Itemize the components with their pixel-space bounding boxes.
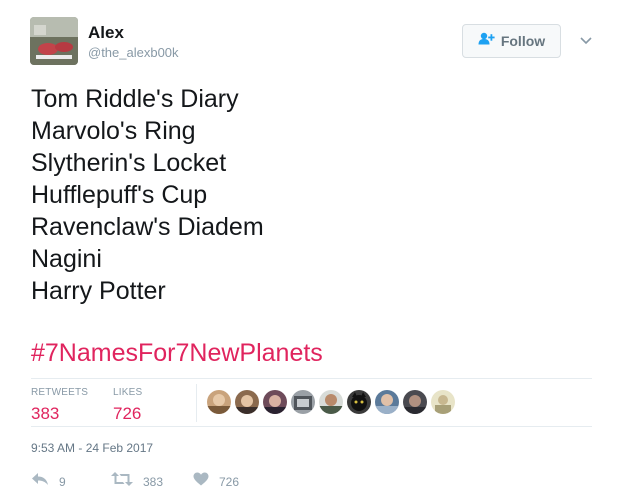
- chevron-down-icon[interactable]: [578, 32, 594, 48]
- liker-avatar[interactable]: [375, 390, 399, 414]
- user-name[interactable]: Alex: [88, 23, 124, 43]
- divider: [31, 426, 592, 427]
- stats-separator: [196, 384, 197, 422]
- user-avatar[interactable]: [30, 17, 78, 65]
- reply-button[interactable]: 9: [31, 472, 66, 491]
- tweet-actions: 9 383 726: [31, 472, 331, 492]
- tweet-line: Hufflepuff's Cup: [31, 181, 208, 209]
- liker-avatar[interactable]: [347, 390, 371, 414]
- liker-avatars: [207, 390, 455, 414]
- tweet-timestamp[interactable]: 9:53 AM - 24 Feb 2017: [31, 441, 153, 455]
- likes-value: 726: [113, 404, 142, 423]
- heart-icon: [193, 472, 209, 491]
- user-handle[interactable]: @the_alexb00k: [88, 45, 179, 60]
- retweet-count: 383: [143, 474, 164, 489]
- retweet-button[interactable]: 383: [111, 472, 163, 491]
- retweets-value: 383: [31, 404, 60, 423]
- liker-avatar[interactable]: [207, 390, 231, 414]
- reply-icon: [31, 472, 49, 491]
- tweet-line: Slytherin's Locket: [31, 149, 227, 177]
- tweet-line: Harry Potter: [31, 277, 166, 305]
- like-button[interactable]: 726: [193, 472, 239, 491]
- follow-label: Follow: [500, 33, 546, 49]
- liker-avatar[interactable]: [431, 390, 455, 414]
- likes-label: LIKES: [113, 387, 143, 398]
- divider: [31, 378, 592, 379]
- follow-button[interactable]: Follow: [462, 24, 561, 58]
- reply-count: 9: [59, 474, 66, 489]
- liker-avatar[interactable]: [403, 390, 427, 414]
- retweets-stat[interactable]: RETWEETS 383: [31, 384, 88, 424]
- liker-avatar[interactable]: [263, 390, 287, 414]
- tweet-line: Marvolo's Ring: [31, 117, 196, 145]
- tweet-line: Ravenclaw's Diadem: [31, 213, 264, 241]
- tweet-line: Nagini: [31, 245, 102, 273]
- liker-avatar[interactable]: [319, 390, 343, 414]
- tweet-header: Alex @the_alexb00k Follow: [30, 17, 600, 67]
- likes-stat[interactable]: LIKES 726: [113, 384, 142, 424]
- tweet-text: Tom Riddle's Diary Marvolo's Ring Slythe…: [31, 83, 264, 307]
- retweet-icon: [111, 472, 133, 491]
- liker-avatar[interactable]: [291, 390, 315, 414]
- retweets-label: RETWEETS: [31, 387, 89, 398]
- add-user-icon: [478, 32, 495, 50]
- like-count: 726: [219, 474, 240, 489]
- tweet-line: Tom Riddle's Diary: [31, 85, 239, 113]
- hashtag-link[interactable]: #7NamesFor7NewPlanets: [31, 337, 323, 369]
- liker-avatar[interactable]: [235, 390, 259, 414]
